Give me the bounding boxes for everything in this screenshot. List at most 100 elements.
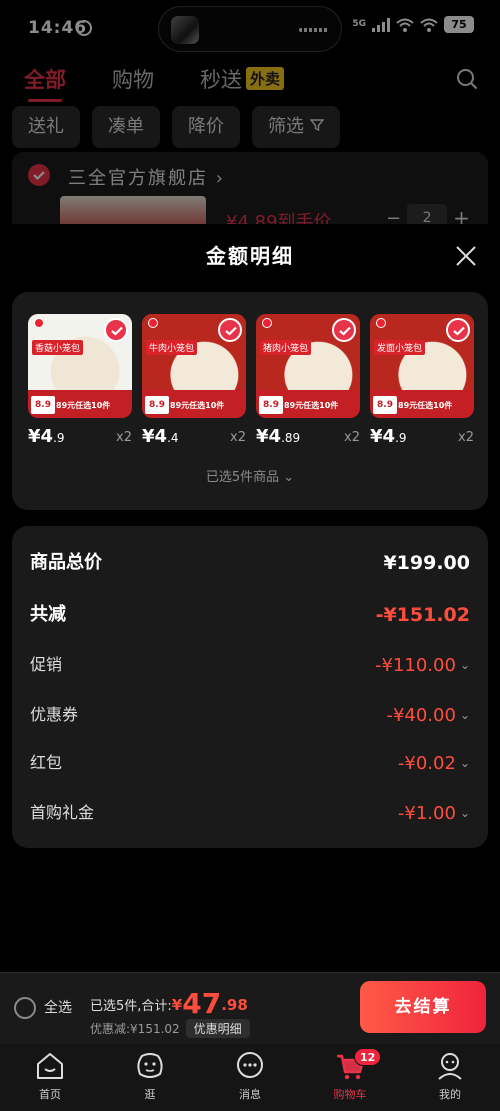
thumb-price: 8.9 — [373, 396, 397, 414]
summary-value: ¥199.00 — [383, 552, 470, 574]
thumb-promo: 89元任选10件 — [170, 401, 225, 410]
product-name: 猪肉小笼包 — [260, 340, 312, 355]
product-price-main: ¥4 — [370, 426, 396, 447]
nav-home[interactable]: 首页 — [0, 1050, 100, 1102]
nav-label: 购物车 — [333, 1088, 367, 1101]
explore-icon — [137, 1053, 163, 1078]
product-thumbnail: 牛肉小笼包 8.9 89元任选10件 — [142, 314, 246, 418]
product-item[interactable]: 发面小笼包 8.9 89元任选10件 ¥4.9 x2 — [370, 314, 474, 447]
nav-label: 首页 — [39, 1088, 61, 1101]
brand-logo-icon — [262, 318, 272, 328]
checkout-button[interactable]: 去结算 — [360, 981, 486, 1033]
thumb-promo: 89元任选10件 — [284, 401, 339, 410]
summary-value: -¥1.00 ⌄ — [398, 798, 470, 829]
thumb-promo: 89元任选10件 — [398, 401, 453, 410]
summary-value: -¥110.00 ⌄ — [375, 650, 470, 681]
cart-badge: 12 — [354, 1048, 382, 1066]
summary-row-coupon[interactable]: 优惠券 -¥40.00 ⌄ — [30, 700, 470, 730]
nav-label: 逛 — [144, 1088, 156, 1101]
summary-row-red-packet[interactable]: 红包 -¥0.02 ⌄ — [30, 748, 470, 778]
product-price-decimal: .89 — [281, 431, 301, 445]
summary-label: 红包 — [30, 753, 63, 772]
thumb-price: 8.9 — [145, 396, 169, 414]
selected-count-label: 已选5件商品 — [205, 470, 280, 485]
summary-row-reduction: 共减 -¥151.02 — [30, 600, 470, 630]
total-currency: ¥ — [171, 996, 183, 1014]
product-price: ¥4.9 — [28, 426, 65, 447]
discount-detail-button[interactable]: 优惠明细 — [185, 1019, 250, 1038]
brand-logo-icon — [376, 318, 386, 328]
product-price: ¥4.4 — [142, 426, 179, 447]
summary-amount: -¥1.00 — [397, 803, 456, 824]
nav-profile[interactable]: 我的 — [400, 1050, 500, 1102]
selected-check-icon[interactable] — [332, 318, 356, 342]
total-amount: 47 — [182, 987, 222, 1020]
product-quantity: x2 — [230, 430, 246, 445]
summary-amount: -¥110.00 — [375, 655, 456, 676]
total-line: 已选5件,合计:¥47.98 — [90, 987, 248, 1020]
select-all-checkbox[interactable] — [14, 997, 36, 1019]
product-thumbnail: 猪肉小笼包 8.9 89元任选10件 — [256, 314, 360, 418]
nav-messages[interactable]: 消息 — [200, 1050, 300, 1102]
selected-count-toggle[interactable]: 已选5件商品 ⌄ — [12, 466, 488, 485]
summary-value: -¥151.02 — [375, 604, 470, 626]
select-all-label[interactable]: 全选 — [44, 997, 72, 1017]
summary-label: 优惠券 — [30, 705, 79, 724]
profile-icon — [438, 1053, 462, 1080]
thumb-price: 8.9 — [259, 396, 283, 414]
product-price-decimal: .4 — [167, 431, 179, 445]
selected-check-icon[interactable] — [104, 318, 128, 342]
product-price: ¥4.9 — [370, 426, 407, 447]
product-price-main: ¥4 — [142, 426, 168, 447]
discount-line: 优惠减:¥151.02 优惠明细 — [90, 1019, 250, 1038]
chevron-down-icon: ⌄ — [459, 756, 470, 770]
product-name: 香菇小笼包 — [32, 340, 84, 355]
summary-label: 共减 — [30, 604, 66, 625]
amount-detail-sheet: 金额明细 香菇小笼包 8.9 89元任选10件 ¥4.9 x2 牛肉小笼包 8.… — [0, 226, 500, 971]
product-item[interactable]: 香菇小笼包 8.9 89元任选10件 ¥4.9 x2 — [28, 314, 132, 447]
discount-text: 优惠减:¥151.02 — [90, 1022, 180, 1036]
total-prefix: 已选5件,合计: — [90, 999, 172, 1014]
product-name: 牛肉小笼包 — [146, 340, 198, 355]
summary-amount: -¥0.02 — [397, 753, 456, 774]
product-price-decimal: .9 — [53, 431, 65, 445]
summary-label: 首购礼金 — [30, 803, 95, 822]
summary-label: 商品总价 — [30, 552, 102, 573]
thumb-price: 8.9 — [31, 396, 55, 414]
summary-row-promotion[interactable]: 促销 -¥110.00 ⌄ — [30, 650, 470, 680]
brand-logo-icon — [148, 318, 158, 328]
chevron-down-icon: ⌄ — [283, 470, 295, 485]
product-price-main: ¥4 — [256, 426, 282, 447]
price-summary-card: 商品总价 ¥199.00 共减 -¥151.02 促销 -¥110.00 ⌄ 优惠… — [12, 526, 488, 848]
product-quantity: x2 — [344, 430, 360, 445]
chevron-down-icon: ⌄ — [459, 708, 470, 722]
home-icon — [37, 1053, 63, 1079]
product-price-decimal: .9 — [395, 431, 407, 445]
summary-row-total: 商品总价 ¥199.00 — [30, 548, 470, 578]
nav-cart[interactable]: 12 购物车 — [300, 1048, 400, 1102]
bottom-nav: 首页 逛 消息 12 购物车 我的 — [0, 1044, 500, 1111]
close-icon[interactable] — [454, 244, 478, 268]
product-thumbnail: 发面小笼包 8.9 89元任选10件 — [370, 314, 474, 418]
nav-explore[interactable]: 逛 — [100, 1050, 200, 1102]
message-icon — [237, 1052, 263, 1078]
product-item[interactable]: 牛肉小笼包 8.9 89元任选10件 ¥4.4 x2 — [142, 314, 246, 447]
chevron-down-icon: ⌄ — [459, 658, 470, 672]
product-name: 发面小笼包 — [374, 340, 426, 355]
selected-products-card: 香菇小笼包 8.9 89元任选10件 ¥4.9 x2 牛肉小笼包 8.9 89元… — [12, 292, 488, 510]
summary-amount: -¥40.00 — [386, 705, 456, 726]
product-quantity: x2 — [116, 430, 132, 445]
nav-label: 消息 — [239, 1088, 261, 1101]
sheet-title: 金额明细 — [206, 244, 294, 268]
summary-row-first-purchase[interactable]: 首购礼金 -¥1.00 ⌄ — [30, 798, 470, 828]
checkout-bar: 全选 已选5件,合计:¥47.98 优惠减:¥151.02 优惠明细 去结算 — [0, 972, 500, 1044]
product-item[interactable]: 猪肉小笼包 8.9 89元任选10件 ¥4.89 x2 — [256, 314, 360, 447]
summary-value: -¥40.00 ⌄ — [386, 700, 470, 731]
summary-value: -¥0.02 ⌄ — [398, 748, 470, 779]
selected-check-icon[interactable] — [218, 318, 242, 342]
selected-check-icon[interactable] — [446, 318, 470, 342]
thumb-promo: 89元任选10件 — [56, 401, 111, 410]
product-price: ¥4.89 — [256, 426, 300, 447]
product-price-main: ¥4 — [28, 426, 54, 447]
chevron-down-icon: ⌄ — [459, 806, 470, 820]
